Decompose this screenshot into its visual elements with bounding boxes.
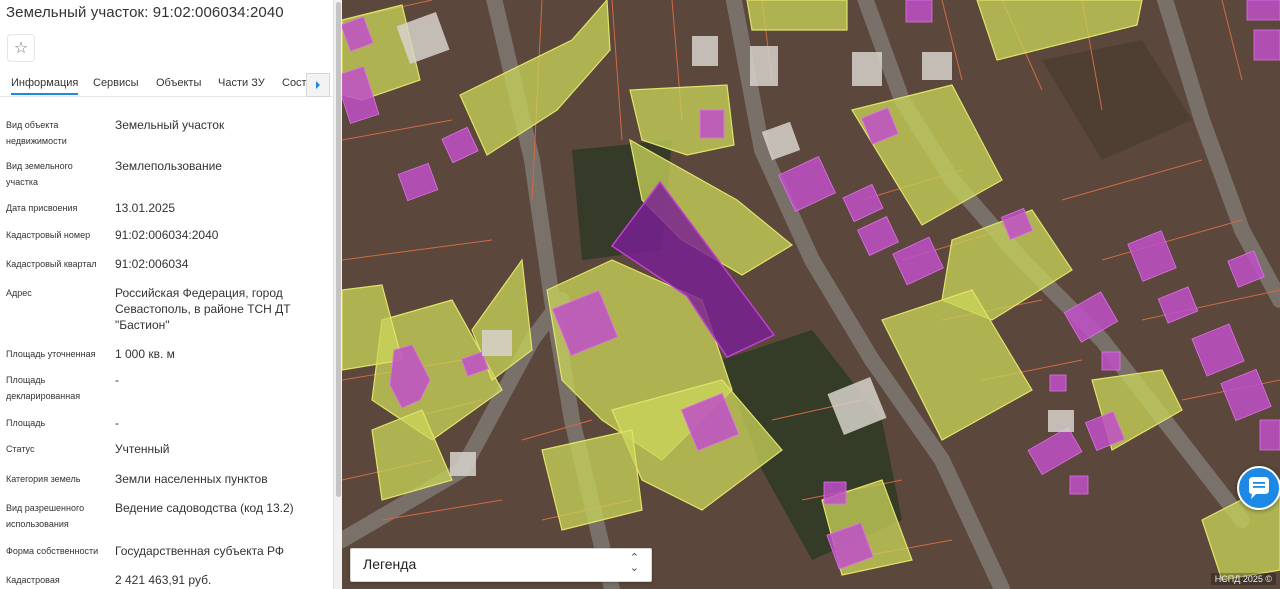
page-title: Земельный участок: 91:02:006034:2040 xyxy=(6,4,284,21)
legend-label: Легенда xyxy=(363,556,417,572)
field-value: 91:02:006034:2040 xyxy=(115,228,219,242)
field-label: Форма собственности xyxy=(6,546,99,556)
tab-information[interactable]: Информация xyxy=(11,77,79,95)
field-label: Вид объекта недвижимости xyxy=(6,120,67,146)
field-label: Кадастровая xyxy=(6,575,60,585)
field-value: Землепользование xyxy=(115,159,222,173)
field-label: Категория земель xyxy=(6,474,81,484)
field-label: Вид земельного участка xyxy=(6,161,73,187)
field-value: 1 000 кв. м xyxy=(115,347,175,361)
field-value: 13.01.2025 xyxy=(115,201,176,215)
legend-dropdown[interactable]: Легенда ⌃ ⌄ xyxy=(350,548,652,582)
scrollbar-thumb[interactable] xyxy=(336,2,341,497)
field-value: Учтенный xyxy=(115,442,170,456)
chat-icon xyxy=(1249,477,1269,499)
map-view[interactable] xyxy=(342,0,1280,589)
field-value: 91:02:006034 xyxy=(115,257,189,271)
field-value: 2 421 463,91 руб. xyxy=(115,573,212,587)
field-value: Государственная субъекта РФ xyxy=(115,544,285,558)
field-value: Российская Федерация, город Севастополь,… xyxy=(115,286,291,332)
field-value: Земли населенных пунктов xyxy=(115,472,268,486)
favorite-button[interactable]: ☆ xyxy=(7,34,35,62)
star-icon: ☆ xyxy=(13,40,29,57)
field-label: Площадь уточненная xyxy=(6,349,96,359)
chevron-right-icon xyxy=(316,81,320,89)
tab-services[interactable]: Сервисы xyxy=(93,77,139,89)
tabs-scroll-right-button[interactable] xyxy=(306,73,330,97)
field-label: Дата присвоения xyxy=(6,203,78,213)
field-value: - xyxy=(115,373,119,387)
tab-parts[interactable]: Части ЗУ xyxy=(218,77,265,89)
field-label: Площадь xyxy=(6,418,46,428)
field-label: Кадастровый номер xyxy=(6,230,91,240)
tab-bar: Информация Сервисы Объекты Части ЗУ Сост… xyxy=(0,73,333,97)
tab-objects[interactable]: Объекты xyxy=(156,77,201,89)
field-label: Адрес xyxy=(6,288,32,298)
unfold-icon: ⌃ ⌄ xyxy=(629,552,639,574)
info-panel: Земельный участок: 91:02:006034:2040 ☆ И… xyxy=(0,0,333,589)
field-value: Земельный участок xyxy=(115,118,225,132)
field-value: Ведение садоводства (код 13.2) xyxy=(115,501,294,515)
field-value: - xyxy=(115,416,119,430)
map-canvas[interactable] xyxy=(342,0,1280,589)
field-label: Вид разрешенного использования xyxy=(6,503,85,529)
field-label: Статус xyxy=(6,444,35,454)
field-label: Площадь декларированная xyxy=(6,375,81,401)
field-label: Кадастровый квартал xyxy=(6,259,97,269)
chat-button[interactable] xyxy=(1237,466,1280,510)
map-copyright: НСПД 2025 © xyxy=(1210,573,1276,585)
